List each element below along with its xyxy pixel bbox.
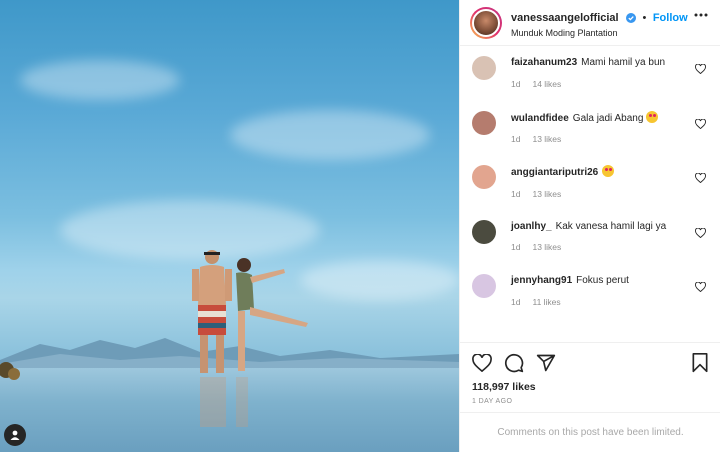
- cloud: [300, 260, 459, 300]
- comment-item: wulandfidee Gala jadi Abang 1d 13 likes: [472, 109, 708, 164]
- follow-button[interactable]: Follow: [653, 12, 688, 24]
- comments-list[interactable]: faizahanum23 Mami hamil ya bun 1d 14 likes…: [460, 46, 720, 342]
- post-sidebar: vanessaangelofficial • Follow Munduk Mod…: [459, 0, 720, 452]
- comment-heart-icon[interactable]: [695, 64, 706, 74]
- comment-time: 1d: [511, 188, 521, 199]
- comment-time: 1d: [511, 78, 521, 89]
- comment-button[interactable]: [504, 353, 524, 373]
- comments-limited-notice: Comments on this post have been limited.: [460, 412, 720, 452]
- comment-item: faizahanum23 Mami hamil ya bun 1d 14 likes: [472, 54, 708, 109]
- commenter-avatar[interactable]: [472, 110, 496, 135]
- commenter-username[interactable]: joanlhy_: [511, 221, 552, 232]
- commenter-avatar[interactable]: [472, 56, 496, 80]
- comment-likes[interactable]: 14 likes: [532, 79, 561, 89]
- commenter-username[interactable]: faizahanum23: [511, 57, 577, 68]
- verified-badge-icon: [626, 12, 637, 23]
- comment-heart-icon[interactable]: [695, 173, 706, 183]
- comment-heart-icon[interactable]: [695, 227, 706, 238]
- cloud: [20, 60, 180, 100]
- heart-eyes-emoji-icon: [602, 165, 615, 177]
- more-horizontal-icon[interactable]: [694, 13, 708, 17]
- commenter-username[interactable]: anggiantariputri26: [511, 167, 598, 178]
- commenter-avatar[interactable]: [472, 165, 496, 189]
- plant-foliage: [0, 362, 20, 380]
- comment-heart-icon[interactable]: [695, 118, 706, 129]
- comment-text: Fokus perut: [576, 275, 629, 286]
- comment-icon: [504, 353, 524, 373]
- comment-item: anggiantariputri26 1d 13 likes: [472, 163, 708, 218]
- comment-likes[interactable]: 13 likes: [532, 242, 561, 252]
- post-header: vanessaangelofficial • Follow Munduk Mod…: [460, 0, 720, 46]
- author-username[interactable]: vanessaangelofficial: [511, 12, 619, 24]
- heart-eyes-emoji-icon: [646, 110, 659, 123]
- comment-text: Kak vanesa hamil lagi ya: [555, 220, 667, 232]
- commenter-avatar[interactable]: [472, 219, 496, 244]
- user-tag-button[interactable]: [4, 424, 26, 446]
- post-actions: 118,997 likes 1 DAY AGO: [460, 342, 720, 412]
- separator-dot: •: [642, 11, 647, 24]
- comment-time: 1d: [511, 134, 521, 144]
- couple-figures: [192, 250, 308, 427]
- user-tag-icon: [10, 430, 20, 440]
- comment-text: Gala jadi Abang: [572, 112, 644, 124]
- comment-likes[interactable]: 13 likes: [532, 189, 561, 199]
- comment-likes[interactable]: 11 likes: [532, 297, 560, 307]
- share-button[interactable]: [536, 353, 556, 373]
- save-button[interactable]: [691, 353, 709, 373]
- comment-item: jennyhang91 Fokus perut 1d 11 likes: [472, 272, 708, 327]
- post-photo[interactable]: [0, 0, 459, 452]
- comment-likes[interactable]: 13 likes: [532, 134, 561, 144]
- author-avatar[interactable]: [470, 6, 502, 39]
- comment-time: 1d: [511, 242, 521, 252]
- comment-time: 1d: [511, 296, 521, 307]
- comment-text: Mami hamil ya bun: [581, 57, 666, 68]
- commenter-username[interactable]: jennyhang91: [511, 275, 572, 286]
- post-location[interactable]: Munduk Moding Plantation: [511, 28, 688, 39]
- bookmark-icon: [692, 353, 708, 373]
- commenter-username[interactable]: wulandfidee: [511, 113, 569, 124]
- commenter-avatar[interactable]: [472, 274, 496, 298]
- heart-icon: [472, 354, 492, 372]
- likes-count[interactable]: 118,997 likes: [472, 381, 709, 393]
- paper-plane-icon: [536, 354, 556, 372]
- comment-heart-icon[interactable]: [695, 282, 706, 292]
- cloud: [230, 110, 430, 160]
- post-date: 1 DAY AGO: [472, 398, 513, 405]
- like-button[interactable]: [472, 354, 492, 372]
- comment-item: joanlhy_ Kak vanesa hamil lagi ya 1d 13 li…: [472, 218, 708, 273]
